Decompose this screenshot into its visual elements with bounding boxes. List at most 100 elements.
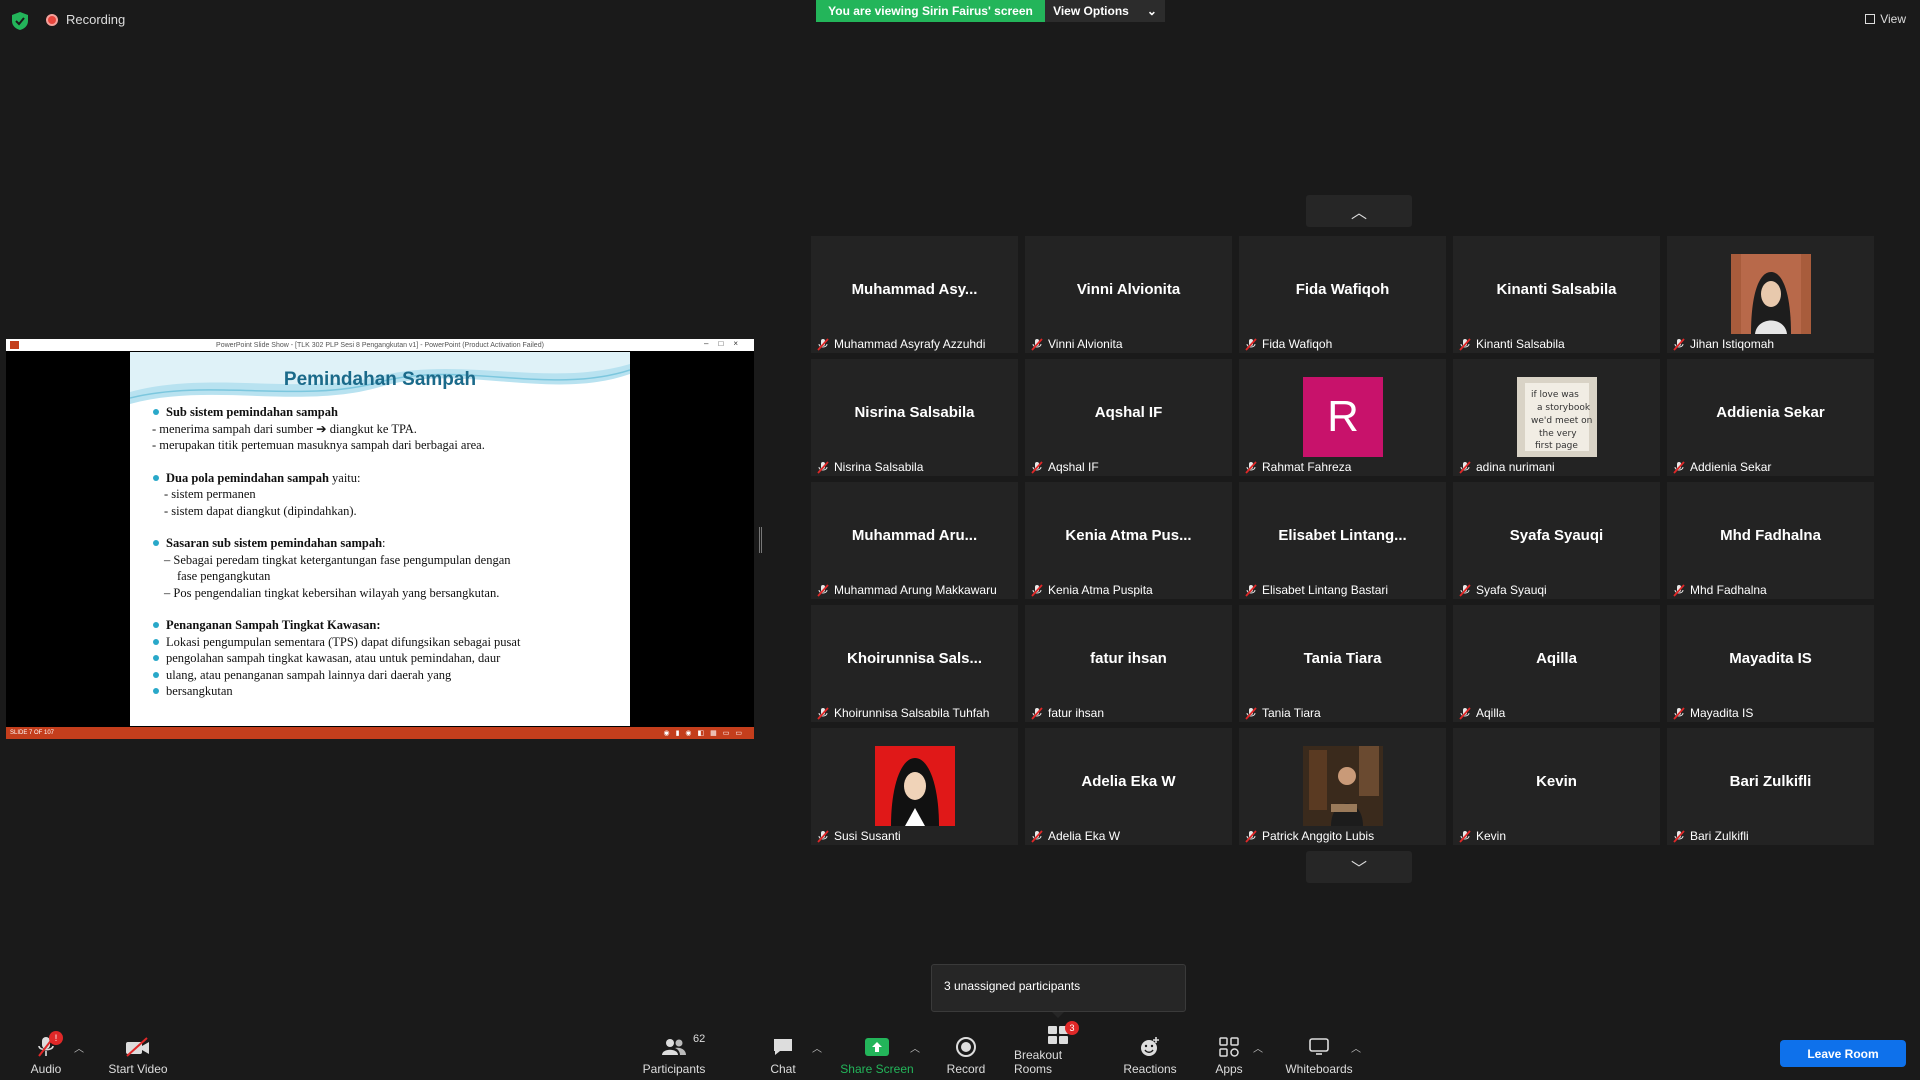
view-options-label: View Options — [1053, 4, 1129, 18]
participant-footer: Syafa Syauqi — [1459, 583, 1547, 597]
audio-button[interactable]: ! Audio — [28, 1026, 64, 1080]
participant-tile[interactable]: fatur ihsan fatur ihsan — [1025, 605, 1232, 722]
muted-mic-icon — [1245, 460, 1257, 474]
chat-button[interactable]: Chat — [768, 1026, 798, 1080]
participant-tile[interactable]: Jihan Istiqomah — [1667, 236, 1874, 353]
participants-button[interactable]: 62 Participants — [643, 1026, 706, 1080]
participant-tile[interactable]: Patrick Anggito Lubis — [1239, 728, 1446, 845]
svg-text:first page: first page — [1535, 441, 1578, 451]
participant-name: Aqshal IF — [1048, 460, 1099, 474]
participant-display-name: Addienia Sekar — [1716, 404, 1825, 421]
muted-mic-icon — [1673, 706, 1685, 720]
participant-display-name: Elisabet Lintang... — [1278, 527, 1407, 544]
participant-name: Adelia Eka W — [1048, 829, 1121, 843]
shared-screen[interactable]: PowerPoint Slide Show - [TLK 302 PLP Ses… — [6, 339, 754, 739]
participant-name: Mayadita IS — [1690, 706, 1754, 720]
share-screen-label: Share Screen — [840, 1062, 914, 1076]
share-screen-icon — [865, 1038, 889, 1056]
slide-line: fase pengangkutan — [177, 569, 271, 583]
muted-mic-icon — [1459, 706, 1471, 720]
participant-footer: Susi Susanti — [817, 829, 901, 843]
participant-footer: Kinanti Salsabila — [1459, 337, 1565, 351]
gallery-page-down-button[interactable]: ﹀ — [1306, 851, 1412, 883]
participant-tile[interactable]: Bari Zulkifli Bari Zulkifli — [1667, 728, 1874, 845]
avatar-letter: R — [1303, 377, 1383, 457]
participant-tile[interactable]: Adelia Eka W Adelia Eka W — [1025, 728, 1232, 845]
muted-mic-icon — [1245, 829, 1257, 843]
hijab-person-photo — [1731, 254, 1811, 334]
muted-mic-icon — [817, 460, 829, 474]
participant-tile[interactable]: Khoirunnisa Sals... Khoirunnisa Salsabila… — [811, 605, 1018, 722]
participant-tile[interactable]: Vinni Alvionita Vinni Alvionita — [1025, 236, 1232, 353]
apps-caret-icon[interactable]: ︿ — [1253, 1040, 1263, 1055]
security-shield-icon[interactable] — [12, 12, 28, 30]
participant-tile[interactable]: Susi Susanti — [811, 728, 1018, 845]
participant-tile[interactable]: Fida Wafiqoh Fida Wafiqoh — [1239, 236, 1446, 353]
view-options-button[interactable]: View Options ⌄ — [1045, 0, 1165, 22]
whiteboards-button[interactable]: Whiteboards — [1284, 1026, 1354, 1080]
participant-tile[interactable]: Mhd Fadhalna Mhd Fadhalna — [1667, 482, 1874, 599]
participant-tile[interactable]: Tania Tiara Tania Tiara — [1239, 605, 1446, 722]
apps-button[interactable]: Apps — [1214, 1026, 1244, 1080]
audio-caret-icon[interactable]: ︿ — [74, 1040, 84, 1055]
participant-tile[interactable]: Aqilla Aqilla — [1453, 605, 1660, 722]
share-caret-icon[interactable]: ︿ — [910, 1040, 920, 1055]
participant-tile[interactable]: Syafa Syauqi Syafa Syauqi — [1453, 482, 1660, 599]
unassigned-tooltip: 3 unassigned participants — [931, 964, 1186, 1012]
participant-name: Nisrina Salsabila — [834, 460, 924, 474]
participant-tile[interactable]: Kevin Kevin — [1453, 728, 1660, 845]
participant-tile[interactable]: Mayadita IS Mayadita IS — [1667, 605, 1874, 722]
recording-indicator[interactable]: Recording — [46, 12, 125, 27]
participant-name: Patrick Anggito Lubis — [1262, 829, 1375, 843]
participant-tile[interactable]: Kinanti Salsabila Kinanti Salsabila — [1453, 236, 1660, 353]
participant-name: Kevin — [1476, 829, 1507, 843]
participant-tile[interactable]: Muhammad Aru... Muhammad Arung Makkawaru — [811, 482, 1018, 599]
record-label: Record — [946, 1062, 986, 1076]
window-controls-icon: –□× — [704, 339, 748, 348]
bullet-heading: Dua pola pemindahan sampah yaitu: — [152, 470, 612, 487]
resize-splitter[interactable] — [759, 527, 762, 553]
slideshow-controls-icon: ◉▮◉◧▦▭▭ — [663, 730, 748, 737]
view-button[interactable]: View — [1865, 12, 1906, 26]
participant-footer: Rahmat Fahreza — [1245, 460, 1351, 474]
participant-tile[interactable]: Nisrina Salsabila Nisrina Salsabila — [811, 359, 1018, 476]
chat-caret-icon[interactable]: ︿ — [812, 1040, 822, 1055]
gallery-page-up-button[interactable]: ︿ — [1306, 195, 1412, 227]
muted-mic-icon — [1673, 337, 1685, 351]
slide-title: Pemindahan Sampah — [283, 369, 477, 390]
slide-line: bersangkutan — [152, 683, 612, 700]
participant-tile[interactable]: R Rahmat Fahreza — [1239, 359, 1446, 476]
participant-display-name: Mayadita IS — [1729, 650, 1812, 667]
whiteboards-caret-icon[interactable]: ︿ — [1351, 1040, 1361, 1055]
chevron-up-icon: ︿ — [1350, 205, 1367, 222]
participant-tile[interactable]: Kenia Atma Pus... Kenia Atma Puspita — [1025, 482, 1232, 599]
participant-tile[interactable]: Elisabet Lintang... Elisabet Lintang Bast… — [1239, 482, 1446, 599]
muted-mic-icon — [1031, 337, 1043, 351]
participant-name: Syafa Syauqi — [1476, 583, 1547, 597]
participant-tile[interactable]: if love was a storybook we'd meet on the ve… — [1453, 359, 1660, 476]
recording-label: Recording — [66, 12, 126, 27]
participant-footer: Addienia Sekar — [1673, 460, 1771, 474]
video-off-icon — [126, 1037, 149, 1057]
participant-display-name: Aqshal IF — [1094, 404, 1163, 421]
leave-room-button[interactable]: Leave Room — [1780, 1040, 1906, 1067]
participant-tile[interactable]: Muhammad Asy... Muhammad Asyrafy Azzuhdi — [811, 236, 1018, 353]
avatar-photo — [875, 746, 955, 826]
record-button[interactable]: Record — [946, 1026, 986, 1080]
participant-tile[interactable]: Addienia Sekar Addienia Sekar — [1667, 359, 1874, 476]
participant-tile[interactable]: Aqshal IF Aqshal IF — [1025, 359, 1232, 476]
viewing-screen-label: You are viewing Sirin Fairus' screen — [816, 0, 1045, 22]
reactions-button[interactable]: Reactions — [1122, 1026, 1178, 1080]
participant-footer: Mayadita IS — [1673, 706, 1753, 720]
share-screen-button[interactable]: Share Screen — [840, 1026, 914, 1080]
participant-display-name: Mhd Fadhalna — [1720, 527, 1821, 544]
ppt-status-bar: SLIDE 7 OF 107 ◉▮◉◧▦▭▭ — [6, 727, 754, 739]
muted-mic-icon — [1459, 337, 1471, 351]
start-video-button[interactable]: Start Video — [108, 1026, 168, 1080]
slide-line: - sistem dapat diangkut (dipindahkan). — [164, 503, 357, 518]
participant-display-name: Nisrina Salsabila — [854, 404, 975, 421]
breakout-rooms-button[interactable]: 3 Breakout Rooms — [1014, 1021, 1102, 1080]
participant-footer: Tania Tiara — [1245, 706, 1321, 720]
muted-mic-icon — [1031, 460, 1043, 474]
bullet-heading: Sasaran sub sistem pemindahan sampah: — [152, 535, 612, 552]
